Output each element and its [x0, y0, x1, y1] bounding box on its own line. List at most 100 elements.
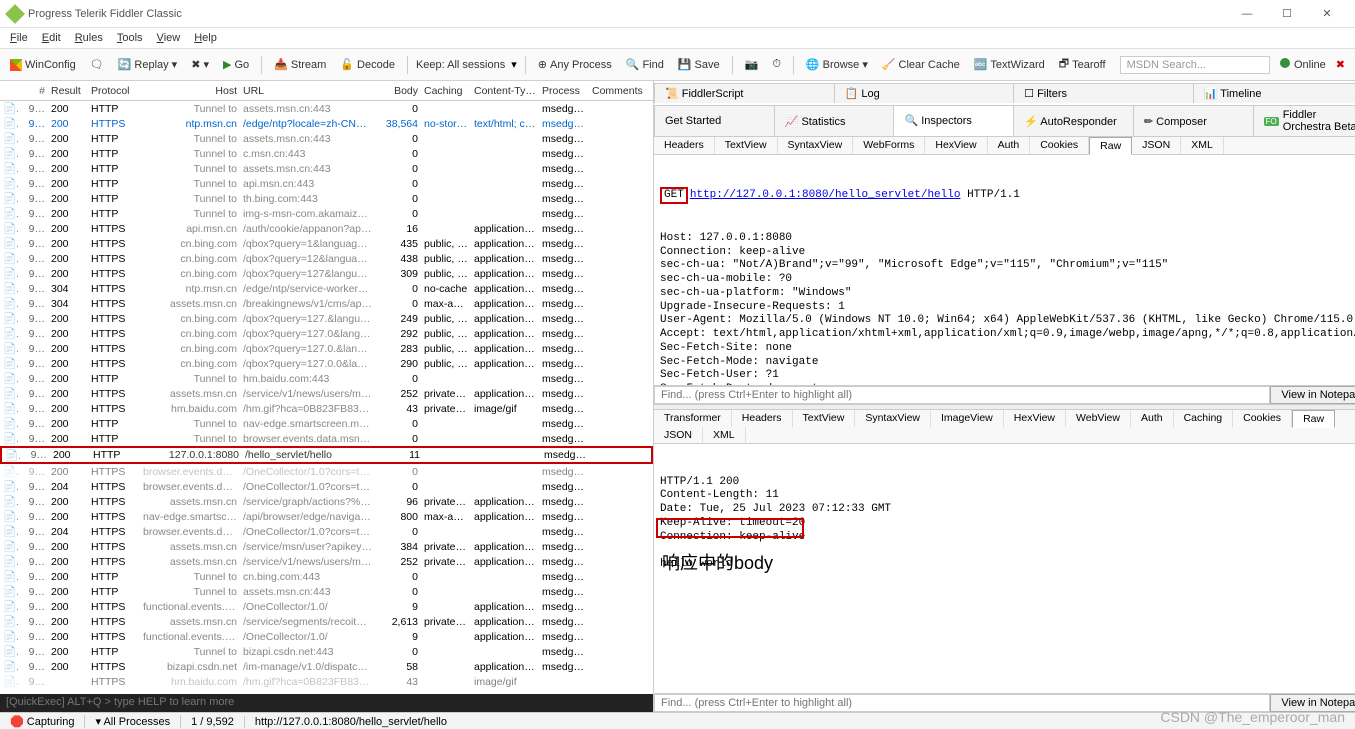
screenshot-button[interactable]: 📷 [741, 56, 763, 73]
response-tab-webview[interactable]: WebView [1066, 410, 1131, 427]
tab-filters[interactable]: ☐ Filters [1013, 83, 1194, 103]
textwizard-button[interactable]: 🔤 TextWizard [970, 56, 1049, 73]
decode-button[interactable]: 🔓 Decode [336, 56, 399, 73]
response-tab-caching[interactable]: Caching [1174, 410, 1234, 427]
response-tab-json[interactable]: JSON [654, 427, 703, 443]
session-row[interactable]: 📄9…200HTTPTunnel toassets.msn.cn:4430mse… [0, 131, 653, 146]
winconfig-button[interactable]: WinConfig [6, 57, 80, 73]
menu-help[interactable]: Help [194, 32, 217, 44]
minimize-button[interactable]: — [1227, 4, 1267, 24]
msdn-search-input[interactable]: MSDN Search... [1120, 56, 1270, 74]
response-tab-auth[interactable]: Auth [1131, 410, 1174, 427]
timer-button[interactable]: ⏱ [768, 56, 785, 73]
session-row[interactable]: 📄9…200HTTPScn.bing.com/qbox?query=127.&l… [0, 311, 653, 326]
tab-statistics[interactable]: 📈 Statistics [774, 105, 895, 136]
session-row[interactable]: 📄9…204HTTPSbrowser.events.dat…/OneCollec… [0, 524, 653, 539]
clear-cache-button[interactable]: 🧹 Clear Cache [878, 56, 964, 73]
request-tab-syntaxview[interactable]: SyntaxView [778, 137, 854, 154]
response-tab-transformer[interactable]: Transformer [654, 410, 732, 427]
session-row[interactable]: 📄9…200HTTPSassets.msn.cn/service/graph/a… [0, 494, 653, 509]
close-button[interactable]: ✕ [1307, 3, 1347, 24]
session-row[interactable]: 📄9…HTTPShm.baidu.com/hm.gif?hca=0B823FB8… [0, 674, 653, 689]
grid-header[interactable]: # Result Protocol Host URL Body Caching … [0, 81, 653, 101]
request-tab-webforms[interactable]: WebForms [853, 137, 925, 154]
maximize-button[interactable]: ☐ [1267, 3, 1307, 24]
session-row[interactable]: 📄9…200HTTPScn.bing.com/qbox?query=127.0.… [0, 356, 653, 371]
session-row[interactable]: 📄9…200HTTPSapi.msn.cn/auth/cookie/appano… [0, 221, 653, 236]
session-row[interactable]: 📄9…200HTTPSbrowser.events.dat…/OneCollec… [0, 464, 653, 479]
session-row[interactable]: 📄9…200HTTPSfunctional.events.d…/OneColle… [0, 629, 653, 644]
response-tab-syntaxview[interactable]: SyntaxView [855, 410, 931, 427]
request-url-link[interactable]: http://127.0.0.1:8080/hello_servlet/hell… [690, 189, 961, 201]
session-row[interactable]: 📄9…200HTTPSassets.msn.cn/service/v1/news… [0, 386, 653, 401]
session-row[interactable]: 📄9…200HTTPScn.bing.com/qbox?query=127.0&… [0, 326, 653, 341]
request-tab-auth[interactable]: Auth [988, 137, 1031, 154]
session-row[interactable]: 📄9…200HTTPTunnel toimg-s-msn-com.akamaiz… [0, 206, 653, 221]
find-button[interactable]: 🔍 Find [622, 56, 668, 73]
response-tab-textview[interactable]: TextView [793, 410, 856, 427]
request-tab-xml[interactable]: XML [1181, 137, 1224, 154]
session-row[interactable]: 📄9…204HTTPSbrowser.events.dat…/OneCollec… [0, 479, 653, 494]
stream-button[interactable]: 📥 Stream [270, 56, 330, 73]
remove-button[interactable]: ✖ ▾ [187, 56, 213, 73]
request-tab-headers[interactable]: Headers [654, 137, 715, 154]
session-row[interactable]: 📄9…200HTTPSassets.msn.cn/service/v1/news… [0, 554, 653, 569]
session-row[interactable]: 📄9…200HTTPSassets.msn.cn/service/segment… [0, 614, 653, 629]
tab-fiddler-orchestra-beta[interactable]: FO Fiddler Orchestra Beta [1253, 105, 1355, 136]
session-row[interactable]: 📄9…200HTTPTunnel toassets.msn.cn:4430mse… [0, 101, 653, 116]
session-row[interactable]: 📄9…200HTTPTunnel toth.bing.com:4430msedg… [0, 191, 653, 206]
session-row[interactable]: 📄9…200HTTPSfunctional.events.d…/OneColle… [0, 599, 653, 614]
any-process-button[interactable]: ⊕ Any Process [534, 56, 616, 73]
session-row[interactable]: 📄9…200HTTPScn.bing.com/qbox?query=12&lan… [0, 251, 653, 266]
session-row[interactable]: 📄9…200HTTPSbizapi.csdn.net/im-manage/v1.… [0, 659, 653, 674]
session-row[interactable]: 📄9…200HTTPSnav-edge.smartscr…/api/browse… [0, 509, 653, 524]
session-row[interactable]: 📄9…200HTTPScn.bing.com/qbox?query=1&lang… [0, 236, 653, 251]
tab-log[interactable]: 📋 Log [834, 83, 1015, 103]
menu-edit[interactable]: Edit [42, 32, 61, 44]
online-status[interactable]: Online [1280, 58, 1326, 71]
browse-button[interactable]: 🌐 Browse ▾ [802, 56, 872, 73]
session-row[interactable]: 📄9…200HTTPTunnel toassets.msn.cn:4430mse… [0, 584, 653, 599]
menu-tools[interactable]: Tools [117, 32, 143, 44]
response-raw-view[interactable]: HTTP/1.1 200 Content-Length: 11 Date: Tu… [654, 444, 1355, 693]
response-tab-hexview[interactable]: HexView [1004, 410, 1066, 427]
tab-timeline[interactable]: 📊 Timeline [1193, 83, 1355, 103]
request-tab-json[interactable]: JSON [1132, 137, 1181, 154]
tab-fiddlerscript[interactable]: 📜 FiddlerScript [654, 83, 835, 103]
keep-sessions-dropdown[interactable]: Keep: All sessions [416, 59, 505, 71]
session-row[interactable]: 📄9…200HTTPScn.bing.com/qbox?query=127&la… [0, 266, 653, 281]
toolbar-close-button[interactable]: ✖ [1332, 56, 1349, 73]
session-row[interactable]: 📄9…200HTTPTunnel tobrowser.events.data.m… [0, 431, 653, 446]
tab-composer[interactable]: ✏ Composer [1133, 105, 1254, 136]
session-row[interactable]: 📄9…304HTTPSntp.msn.cn/edge/ntp/service-w… [0, 281, 653, 296]
request-tab-hexview[interactable]: HexView [925, 137, 987, 154]
request-raw-view[interactable]: GEThttp://127.0.0.1:8080/hello_servlet/h… [654, 155, 1355, 385]
menu-file[interactable]: FFileile [10, 32, 28, 44]
go-button[interactable]: ▶ Go [219, 56, 253, 73]
session-row[interactable]: 📄9…200HTTPTunnel toc.msn.cn:4430msedg… [0, 146, 653, 161]
session-row[interactable]: 📄9…200HTTPTunnel toapi.msn.cn:4430msedg… [0, 176, 653, 191]
request-tab-textview[interactable]: TextView [715, 137, 778, 154]
comment-button[interactable]: 🗨 [86, 56, 108, 73]
quickexec-bar[interactable]: [QuickExec] ALT+Q > type HELP to learn m… [0, 694, 653, 712]
session-row[interactable]: 📄9…200HTTPSntp.msn.cn/edge/ntp?locale=zh… [0, 116, 653, 131]
response-tab-xml[interactable]: XML [703, 427, 746, 443]
request-find-input[interactable] [654, 386, 1270, 404]
response-tab-headers[interactable]: Headers [732, 410, 793, 427]
tab-autoresponder[interactable]: ⚡ AutoResponder [1013, 105, 1134, 136]
session-row[interactable]: 📄9…304HTTPSassets.msn.cn/breakingnews/v1… [0, 296, 653, 311]
response-tab-imageview[interactable]: ImageView [931, 410, 1004, 427]
process-filter-status[interactable]: ▾ All Processes [85, 715, 181, 728]
request-notepad-button[interactable]: View in Notepad [1270, 386, 1355, 404]
session-row[interactable]: 📄9…200HTTPTunnel tohm.baidu.com:4430msed… [0, 371, 653, 386]
session-row[interactable]: 📄9…200HTTPTunnel toassets.msn.cn:4430mse… [0, 161, 653, 176]
sessions-list[interactable]: 📄9…200HTTPTunnel toassets.msn.cn:4430mse… [0, 101, 653, 694]
request-tab-cookies[interactable]: Cookies [1030, 137, 1089, 154]
tearoff-button[interactable]: 🗗 Tearoff [1055, 53, 1110, 76]
save-button[interactable]: 💾 Save [674, 56, 724, 73]
session-row[interactable]: 📄9…200HTTP127.0.0.1:8080/hello_servlet/h… [0, 446, 653, 464]
session-row[interactable]: 📄9…200HTTPScn.bing.com/qbox?query=127.0.… [0, 341, 653, 356]
session-row[interactable]: 📄9…200HTTPTunnel tonav-edge.smartscreen.… [0, 416, 653, 431]
request-tab-raw[interactable]: Raw [1089, 137, 1132, 155]
menu-view[interactable]: View [157, 32, 181, 44]
